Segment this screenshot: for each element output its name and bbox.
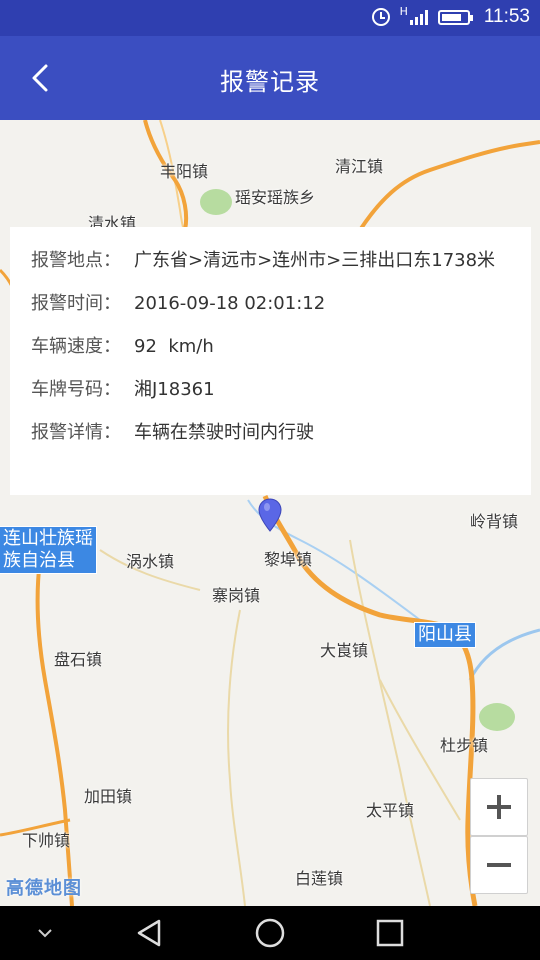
map-place-label: 加田镇 [84,787,133,806]
network-type-label: H [399,4,408,18]
alarm-detail-value: 车辆在禁驶时间内行驶 [134,422,314,443]
county-label-line: 连山壮族瑶 [3,528,93,549]
system-nav-bar [0,906,540,960]
map-place-label: 涡水镇 [126,552,175,571]
alarm-location-row: 报警地点： 广东省>清远市>连州市>三排出口东1738米 [31,249,511,272]
plate-number-row: 车牌号码： 湘J18361 [31,378,511,401]
minus-icon [487,863,511,867]
status-icons: H 11:53 [371,4,530,28]
page-title: 报警记录 [220,68,320,96]
alarm-detail-row: 报警详情： 车辆在禁驶时间内行驶 [31,421,511,444]
zoom-in-button[interactable] [470,778,528,836]
zoom-out-button[interactable] [470,836,528,894]
nav-back-button[interactable] [133,916,167,950]
vehicle-speed-value: 92 km/h [134,336,214,357]
plate-number-value: 湘J18361 [134,379,215,400]
battery-icon [437,9,473,25]
map-place-label: 白莲镇 [295,869,344,888]
alarm-time-value: 2016-09-18 02:01:12 [134,293,326,314]
vehicle-speed-label: 车辆速度： [31,336,121,357]
road-minor [349,539,431,906]
road-major [358,140,540,232]
map-place-label: 黎埠镇 [264,550,313,569]
map-place-label: 岭背镇 [470,512,519,531]
alarm-detail-label: 报警详情： [31,422,121,443]
alarm-info-card: 报警地点： 广东省>清远市>连州市>三排出口东1738米 报警时间： 2016-… [10,227,531,495]
county-badge: 连山壮族瑶 族自治县 [0,526,97,574]
map-place-label: 杜步镇 [440,736,489,755]
map-place-label: 太平镇 [366,801,415,820]
alarm-time-row: 报警时间： 2016-09-18 02:01:12 [31,292,511,315]
alarm-location-value: 广东省>清远市>连州市>三排出口东1738米 [134,250,496,271]
alarm-clock-icon [371,8,390,26]
map-place-label: 瑶安瑶族乡 [235,188,316,207]
road-minor [227,609,246,906]
map-place-label: 寨岗镇 [212,586,261,605]
county-label-line: 阳山县 [418,624,472,645]
nav-home-button[interactable] [253,916,287,950]
plus-icon [487,795,511,819]
vehicle-speed-row: 车辆速度： 92 km/h [31,335,511,358]
map-place-label: 大崀镇 [320,641,369,660]
app-bar: 报警记录 [0,36,540,120]
signal-icon [409,9,428,25]
map-place-label: 丰阳镇 [160,162,209,181]
hide-nav-button[interactable] [28,916,62,950]
map-place-label: 清江镇 [335,157,384,176]
status-time: 11:53 [483,6,530,27]
location-pin-icon[interactable] [258,498,282,532]
status-bar: H 11:53 [0,0,540,36]
park-area [479,703,515,731]
river [468,628,540,681]
map-place-label: 盘石镇 [54,650,103,669]
plate-number-label: 车牌号码： [31,379,121,400]
nav-recents-button[interactable] [373,916,407,950]
alarm-location-label: 报警地点： [31,250,121,271]
map-place-label: 下帅镇 [22,831,71,850]
road-major [35,559,74,906]
alarm-time-label: 报警时间： [31,293,121,314]
park-area [200,189,232,215]
county-badge: 阳山县 [414,622,476,648]
map-provider-logo: 高德地图 [6,878,82,899]
county-label-line: 族自治县 [3,550,75,571]
